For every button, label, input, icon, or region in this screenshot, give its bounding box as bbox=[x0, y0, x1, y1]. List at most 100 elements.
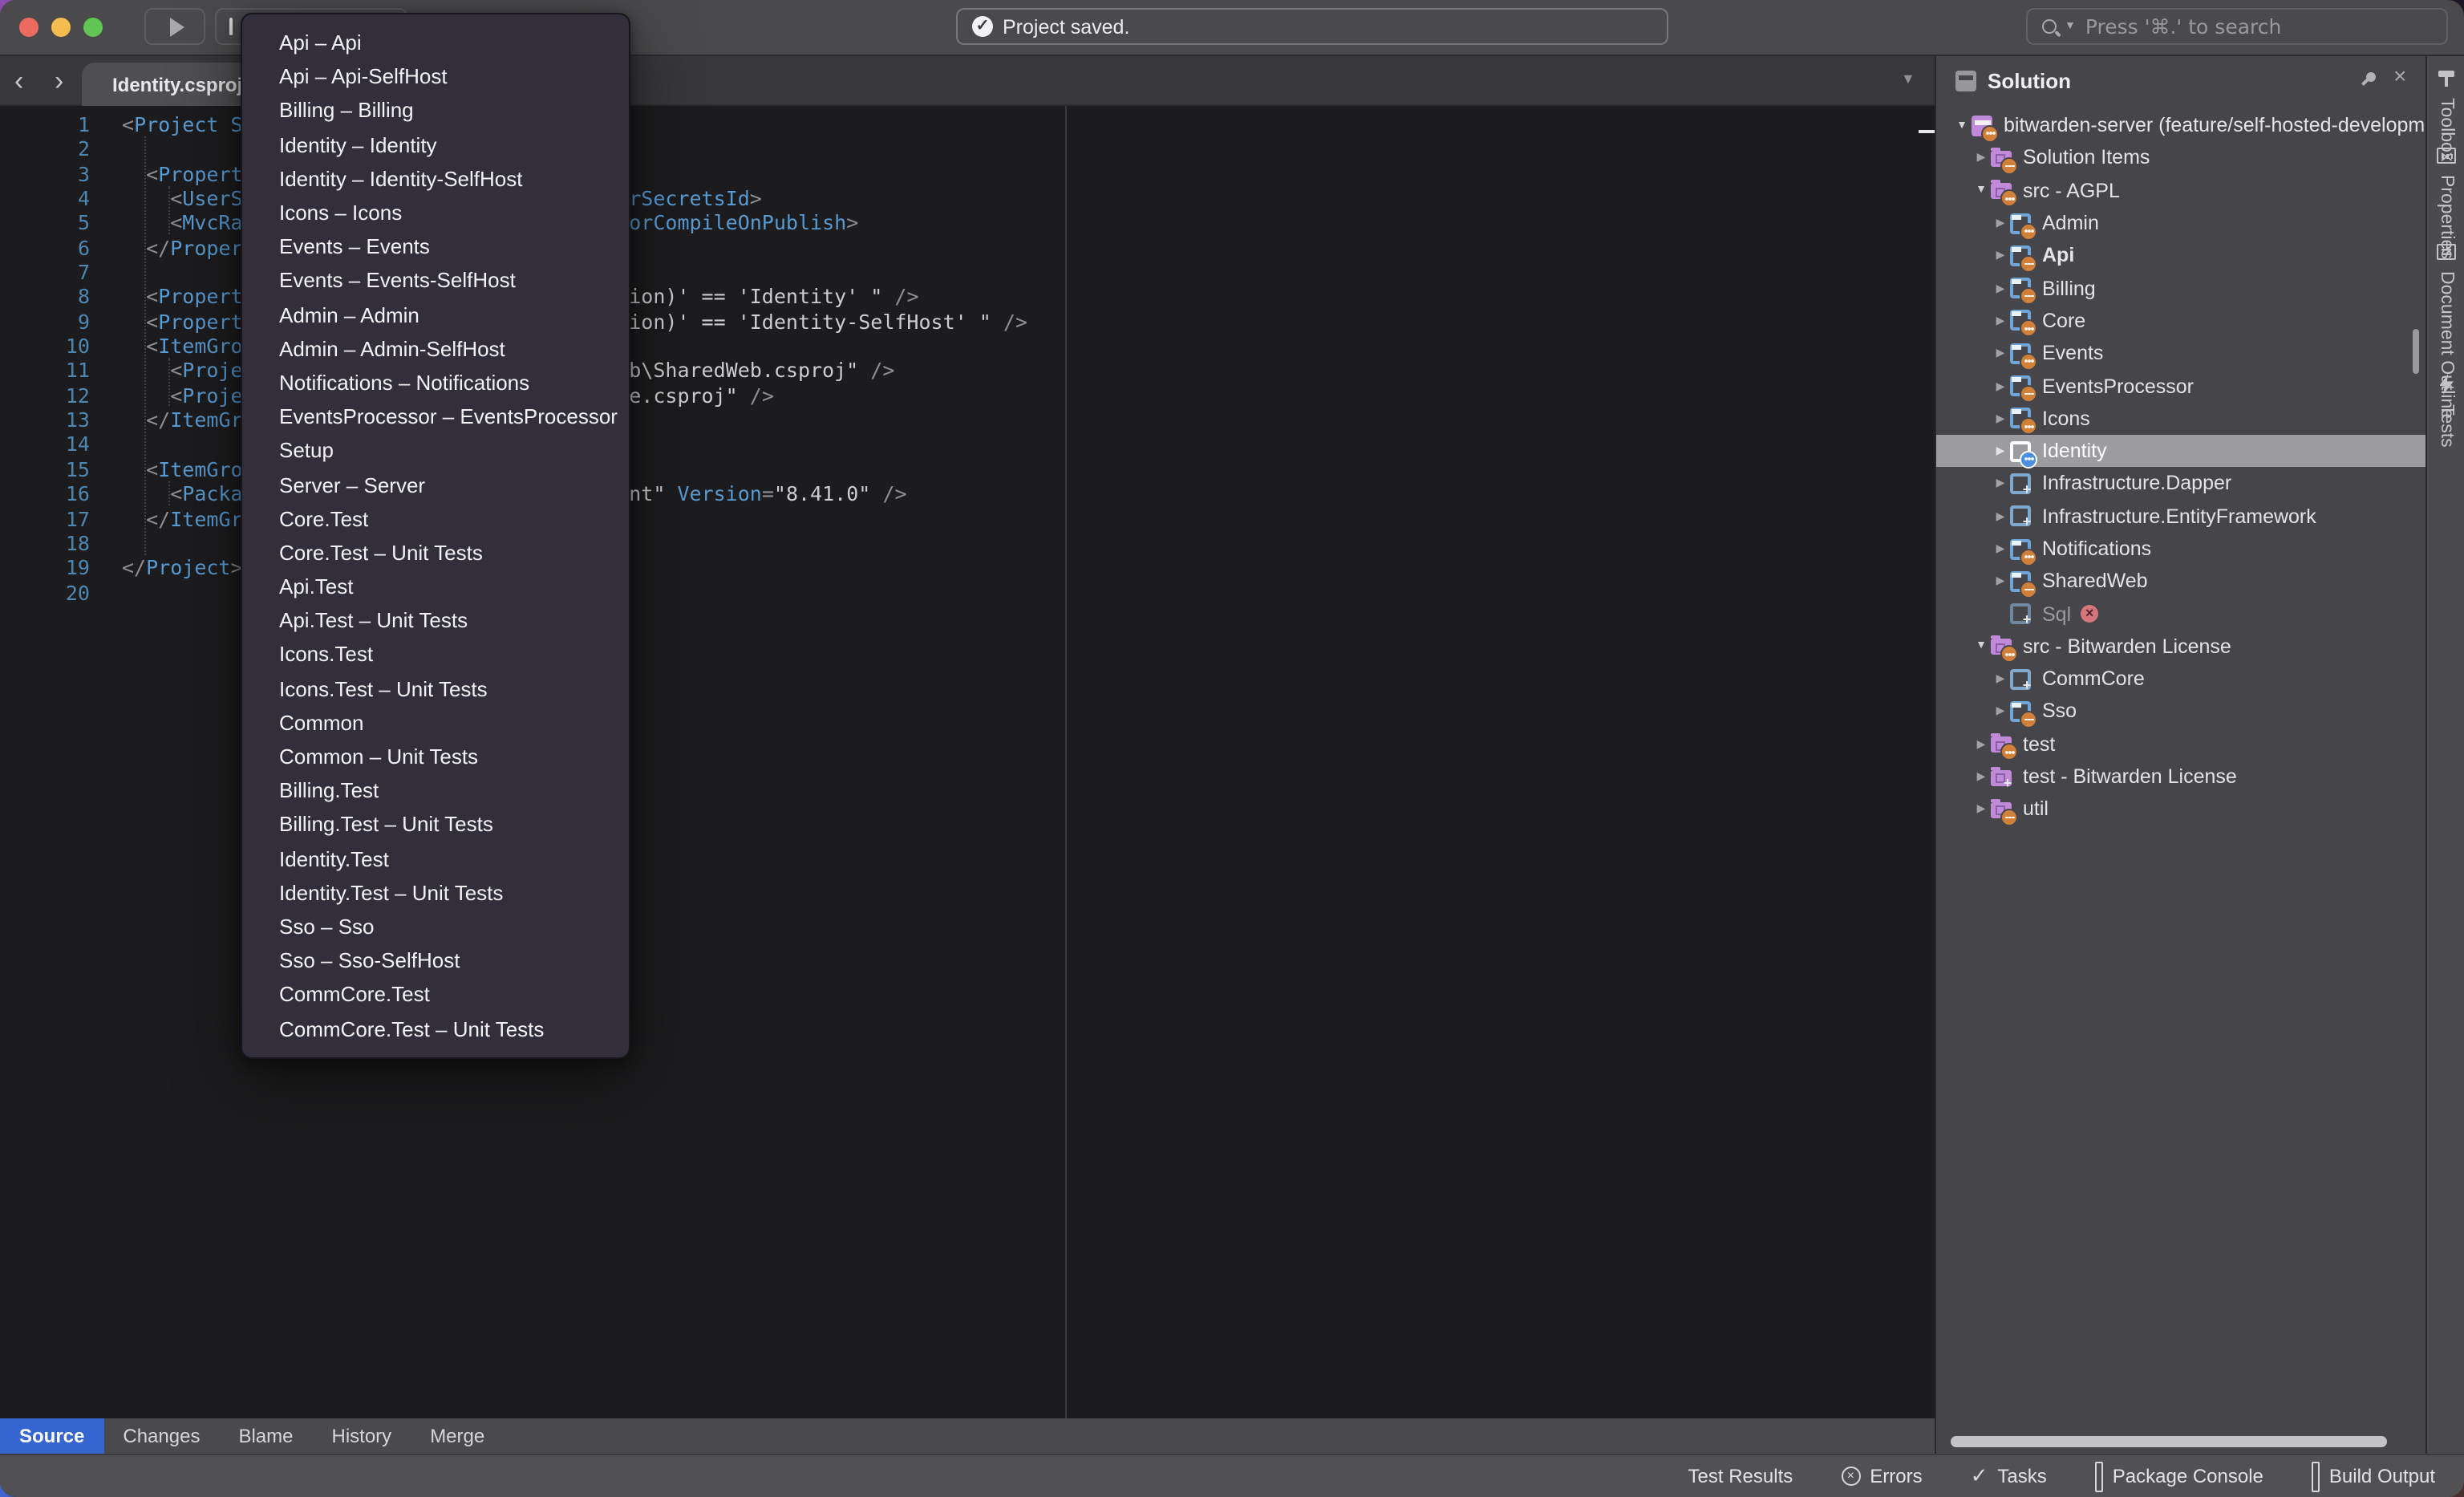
tree-row-infrastructure-dapper[interactable]: ▶+Infrastructure.Dapper bbox=[1936, 468, 2426, 501]
expander-open-icon[interactable]: ▼ bbox=[1972, 185, 1991, 196]
tree-row-core[interactable]: ▶Core bbox=[1936, 305, 2426, 338]
expander-closed-icon[interactable]: ▶ bbox=[1991, 509, 2010, 522]
tree-row-solution-items[interactable]: ▶Solution Items bbox=[1936, 142, 2426, 175]
tree-row-eventsprocessor[interactable]: ▶EventsProcessor bbox=[1936, 370, 2426, 403]
orange-status-badge-icon bbox=[2020, 352, 2037, 370]
menu-item[interactable]: Core.Test bbox=[242, 501, 629, 535]
dock-tab-tests[interactable]: Tests bbox=[2427, 374, 2464, 448]
menu-item[interactable]: Common bbox=[242, 706, 629, 740]
expander-closed-icon[interactable]: ▶ bbox=[1991, 314, 2010, 327]
menu-item[interactable]: Billing.Test – Unit Tests bbox=[242, 808, 629, 842]
expander-open-icon[interactable]: ▼ bbox=[1972, 641, 1991, 652]
navigate-forward-button[interactable]: › bbox=[55, 59, 63, 103]
menu-item[interactable]: Common – Unit Tests bbox=[242, 740, 629, 773]
pad-horizontal-scrollbar[interactable] bbox=[1951, 1436, 2387, 1447]
tree-row-notifications[interactable]: ▶ Notifications bbox=[1936, 533, 2426, 566]
tree-row-bitwarden-server-feature-self-hosted-development[interactable]: ▼bitwarden-server (feature/self-hosted-d… bbox=[1936, 109, 2426, 142]
expander-closed-icon[interactable]: ▶ bbox=[1991, 542, 2010, 555]
expander-closed-icon[interactable]: ▶ bbox=[1972, 152, 1991, 164]
view-tab-blame[interactable]: Blame bbox=[219, 1418, 312, 1454]
menu-item[interactable]: Server – Server bbox=[242, 468, 629, 501]
menu-item[interactable]: Admin – Admin bbox=[242, 298, 629, 331]
expander-closed-icon[interactable]: ▶ bbox=[1991, 347, 2010, 359]
tree-row-src-agpl[interactable]: ▼src - AGPL bbox=[1936, 174, 2426, 207]
global-search-field[interactable]: ▼ Press '⌘.' to search bbox=[2026, 8, 2448, 45]
tree-row-api[interactable]: ▶Api bbox=[1936, 239, 2426, 272]
menu-item[interactable]: Core.Test – Unit Tests bbox=[242, 536, 629, 570]
project-icon bbox=[2010, 310, 2032, 331]
tree-row-billing[interactable]: ▶Billing bbox=[1936, 272, 2426, 305]
expander-closed-icon[interactable]: ▶ bbox=[1991, 217, 2010, 229]
menu-item[interactable]: EventsProcessor – EventsProcessor bbox=[242, 400, 629, 433]
expander-closed-icon[interactable]: ▶ bbox=[1991, 705, 2010, 718]
tree-row-identity[interactable]: ▶Identity bbox=[1936, 435, 2426, 468]
tree-row-events[interactable]: ▶Events bbox=[1936, 337, 2426, 370]
menu-item[interactable]: Icons.Test – Unit Tests bbox=[242, 671, 629, 705]
menu-item[interactable]: Events – Events-SelfHost bbox=[242, 264, 629, 298]
window-minimize-button[interactable] bbox=[51, 18, 71, 37]
view-tab-changes[interactable]: Changes bbox=[103, 1418, 219, 1454]
menu-item[interactable]: Api.Test – Unit Tests bbox=[242, 603, 629, 637]
tree-row-sso[interactable]: ▶Sso bbox=[1936, 696, 2426, 728]
navigate-back-button[interactable]: ‹ bbox=[14, 59, 23, 103]
menu-item[interactable]: Billing.Test bbox=[242, 773, 629, 807]
tree-row-src-bitwarden-license[interactable]: ▼src - Bitwarden License bbox=[1936, 631, 2426, 663]
menu-item[interactable]: Identity.Test – Unit Tests bbox=[242, 875, 629, 909]
menu-item[interactable]: Api – Api-SelfHost bbox=[242, 59, 629, 93]
menu-item[interactable]: Identity – Identity-SelfHost bbox=[242, 162, 629, 196]
tree-row-commcore[interactable]: ▶+CommCore bbox=[1936, 663, 2426, 696]
menu-item[interactable]: Notifications – Notifications bbox=[242, 366, 629, 400]
menu-item[interactable]: Icons – Icons bbox=[242, 196, 629, 229]
menu-item[interactable]: Identity.Test bbox=[242, 842, 629, 875]
menu-item[interactable]: Billing – Billing bbox=[242, 94, 629, 128]
menu-item[interactable]: Identity – Identity bbox=[242, 128, 629, 161]
menu-item[interactable]: Sso – Sso bbox=[242, 910, 629, 943]
expander-closed-icon[interactable]: ▶ bbox=[1991, 379, 2010, 392]
menu-item[interactable]: CommCore.Test bbox=[242, 978, 629, 1012]
menu-item[interactable]: CommCore.Test – Unit Tests bbox=[242, 1012, 629, 1045]
tree-row-test-bitwarden-license[interactable]: ▶+test - Bitwarden License bbox=[1936, 761, 2426, 793]
view-tab-history[interactable]: History bbox=[313, 1418, 411, 1454]
expander-closed-icon[interactable]: ▶ bbox=[1972, 738, 1991, 751]
statusbar-item-build-output[interactable]: Build Output bbox=[2312, 1465, 2435, 1487]
window-close-button[interactable] bbox=[19, 18, 38, 37]
expander-closed-icon[interactable]: ▶ bbox=[1991, 672, 2010, 685]
tree-row-test[interactable]: ▶test bbox=[1936, 728, 2426, 761]
close-icon[interactable]: × bbox=[2393, 64, 2406, 87]
menu-item[interactable]: Sso – Sso-SelfHost bbox=[242, 943, 629, 977]
tree-row-icons[interactable]: ▶Icons bbox=[1936, 402, 2426, 435]
menu-item[interactable]: Api.Test bbox=[242, 570, 629, 603]
status-message: Project saved. bbox=[1003, 15, 1129, 38]
view-tab-source[interactable]: Source bbox=[0, 1418, 103, 1454]
statusbar-item-errors[interactable]: ×Errors bbox=[1841, 1465, 1922, 1487]
pin-icon[interactable] bbox=[2358, 71, 2377, 90]
tree-row-sql[interactable]: +Sql× bbox=[1936, 598, 2426, 631]
expander-closed-icon[interactable]: ▶ bbox=[1991, 250, 2010, 262]
menu-item[interactable]: Api – Api bbox=[242, 26, 629, 59]
expander-closed-icon[interactable]: ▶ bbox=[1991, 477, 2010, 490]
tree-row-util[interactable]: ▶util bbox=[1936, 793, 2426, 826]
run-button[interactable] bbox=[144, 8, 205, 45]
expander-closed-icon[interactable]: ▶ bbox=[1991, 282, 2010, 294]
tree-row-infrastructure-entityframework[interactable]: ▶+Infrastructure.EntityFramework bbox=[1936, 500, 2426, 533]
menu-item[interactable]: Setup bbox=[242, 434, 629, 468]
statusbar-item-package-console[interactable]: Package Console bbox=[2095, 1465, 2263, 1487]
tree-row-sharedweb[interactable]: ▶SharedWeb bbox=[1936, 565, 2426, 598]
window-zoom-button[interactable] bbox=[83, 18, 103, 37]
expander-closed-icon[interactable]: ▶ bbox=[1991, 412, 2010, 425]
tree-row-admin[interactable]: ▶Admin bbox=[1936, 207, 2426, 240]
statusbar-item-test-results[interactable]: Test Results bbox=[1679, 1465, 1793, 1487]
tree-row-label: Notifications bbox=[2042, 538, 2151, 560]
expander-closed-icon[interactable]: ▶ bbox=[1991, 444, 2010, 457]
document-switcher-dropdown[interactable]: ▼ bbox=[1901, 71, 1915, 87]
view-tab-merge[interactable]: Merge bbox=[411, 1418, 504, 1454]
expander-closed-icon[interactable]: ▶ bbox=[1991, 575, 2010, 588]
pad-vertical-scrollbar[interactable] bbox=[2413, 329, 2419, 374]
menu-item[interactable]: Admin – Admin-SelfHost bbox=[242, 331, 629, 365]
expander-closed-icon[interactable]: ▶ bbox=[1972, 803, 1991, 816]
statusbar-item-tasks[interactable]: ✓Tasks bbox=[1971, 1465, 2047, 1487]
menu-item[interactable]: Events – Events bbox=[242, 229, 629, 263]
expander-open-icon[interactable]: ▼ bbox=[1952, 120, 1972, 131]
menu-item[interactable]: Icons.Test bbox=[242, 638, 629, 671]
expander-closed-icon[interactable]: ▶ bbox=[1972, 770, 1991, 783]
